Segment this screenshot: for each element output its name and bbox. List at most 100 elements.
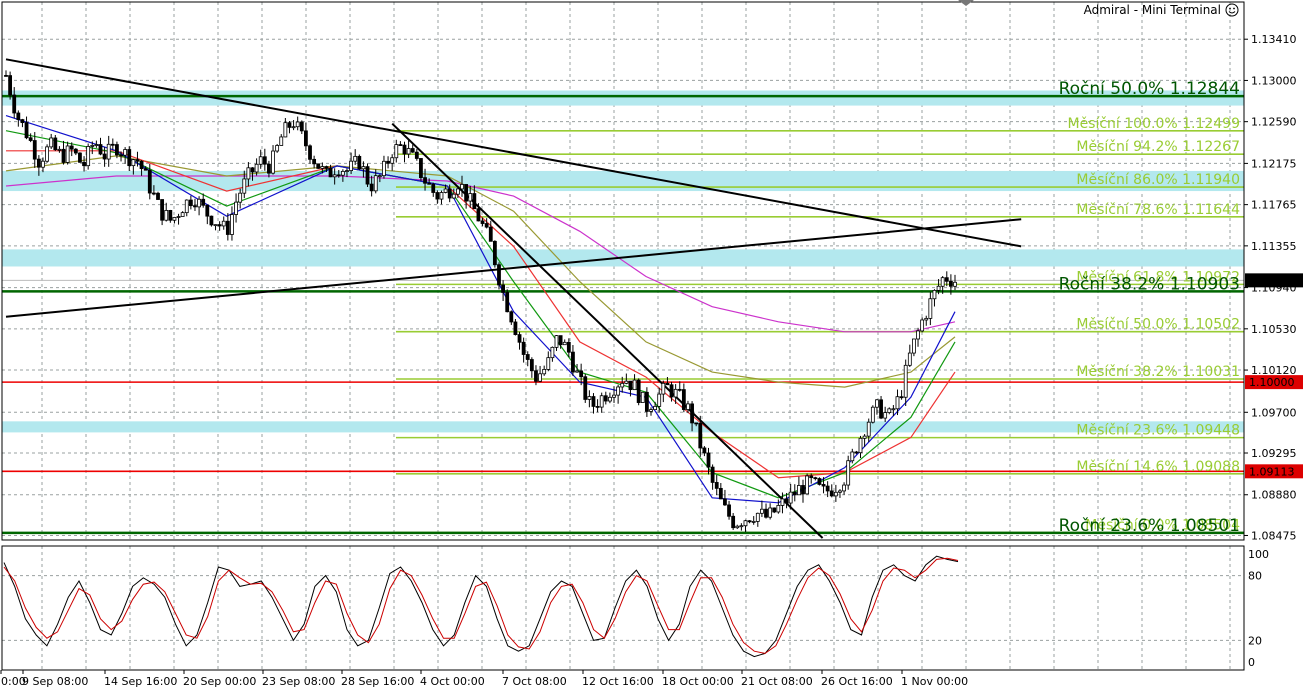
candle-body (608, 396, 612, 402)
y-tick-label: 1.09295 (1251, 447, 1297, 460)
candle-body (16, 112, 21, 120)
candle-body (45, 146, 49, 162)
candle-body (221, 220, 226, 227)
stochastic-panel-frame (1, 545, 1245, 671)
candle-body (65, 145, 70, 163)
candle-body (920, 319, 925, 332)
candle-body (135, 159, 140, 162)
yearly-fib-label: Roční 38.2% 1.10903 (1059, 274, 1240, 294)
candle-body (435, 192, 440, 200)
candle-body (735, 525, 740, 529)
candle-body (936, 285, 941, 291)
candle-body (846, 460, 851, 486)
x-tick-label: 7 Oct 08:00 (502, 675, 567, 688)
candle-body (903, 364, 908, 398)
candle-body (924, 317, 929, 321)
candle-body (267, 163, 271, 174)
candle-body (677, 388, 682, 391)
candle-body (546, 357, 551, 370)
candle-body (460, 184, 464, 190)
candle-body (419, 158, 423, 179)
candle-body (521, 341, 526, 355)
candle-body (147, 169, 152, 194)
x-tick-label: 28 Sep 16:00 (341, 675, 414, 688)
candle-body (825, 485, 830, 492)
monthly-fib-label: Měsíční 94.2% 1.12267 (1076, 139, 1240, 155)
monthly-fib-label: Měsíční 78.6% 1.11644 (1076, 202, 1240, 218)
candle-body (308, 145, 312, 160)
candle-body (550, 346, 555, 359)
candle-body (361, 166, 366, 170)
candle-body (439, 192, 444, 200)
candle-body (509, 311, 514, 323)
candle-body (188, 199, 193, 207)
candle-body (665, 382, 670, 386)
candle-body (698, 422, 703, 449)
stochastic-y-tick-label: 0 (1248, 656, 1255, 669)
candle-body (336, 174, 341, 177)
candle-body (193, 205, 197, 208)
candle-body (575, 370, 579, 373)
candle-body (838, 490, 842, 493)
candle-body (591, 396, 596, 407)
candle-body (131, 159, 136, 167)
candle-body (948, 280, 953, 287)
candle-body (234, 201, 238, 215)
candle-body (718, 487, 723, 500)
candles (4, 70, 957, 532)
candle-body (427, 182, 432, 185)
scroll-marker-icon[interactable] (958, 0, 974, 6)
candle-body (369, 183, 374, 192)
x-tick-label: 4 Oct 00:00 (420, 675, 485, 688)
candle-body (283, 122, 288, 138)
candle-body (151, 192, 156, 195)
candle-body (262, 156, 267, 165)
candle-body (332, 174, 337, 178)
stochastic-line (3, 557, 959, 654)
candle-body (768, 507, 773, 518)
candle-body (447, 188, 452, 199)
candle-body (12, 94, 17, 114)
candle-body (73, 148, 78, 154)
candle-body (755, 512, 760, 522)
candle-body (875, 399, 879, 408)
candle-body (620, 382, 625, 388)
candle-body (304, 130, 308, 147)
candle-body (160, 199, 165, 221)
candle-body (242, 178, 247, 194)
candle-body (534, 370, 538, 382)
candle-body (501, 284, 505, 293)
y-tick-label: 1.08475 (1251, 529, 1297, 542)
y-tick-label: 1.08880 (1251, 489, 1297, 502)
candle-body (706, 452, 711, 468)
candle-body (279, 136, 284, 146)
candle-body (817, 478, 822, 485)
candle-body (751, 521, 756, 523)
candle-body (612, 394, 616, 398)
candle-body (106, 143, 111, 160)
candle-body (468, 193, 473, 202)
candle-body (390, 157, 395, 164)
candle-body (690, 403, 694, 424)
x-tick-label: 1 Nov 00:00 (901, 675, 968, 688)
candle-body (230, 214, 234, 235)
candle-body (681, 389, 686, 410)
candle-body (41, 160, 45, 168)
candle-body (28, 137, 33, 141)
candle-body (476, 208, 481, 222)
candle-body (201, 198, 206, 206)
candle-body (887, 408, 892, 413)
candle-body (866, 421, 871, 437)
x-tick-label: 21 Oct 08:00 (741, 675, 813, 688)
candle-body (702, 447, 707, 454)
monthly-fib-label: Měsíční 86.0% 1.11940 (1076, 172, 1240, 188)
candle-body (456, 188, 460, 195)
candle-body (472, 193, 477, 210)
candle-body (484, 223, 489, 228)
candle-body (542, 369, 547, 375)
candle-body (953, 281, 957, 287)
candle-body (928, 298, 933, 319)
candle-body (731, 515, 736, 529)
candle-body (599, 395, 604, 408)
candle-body (640, 391, 645, 403)
